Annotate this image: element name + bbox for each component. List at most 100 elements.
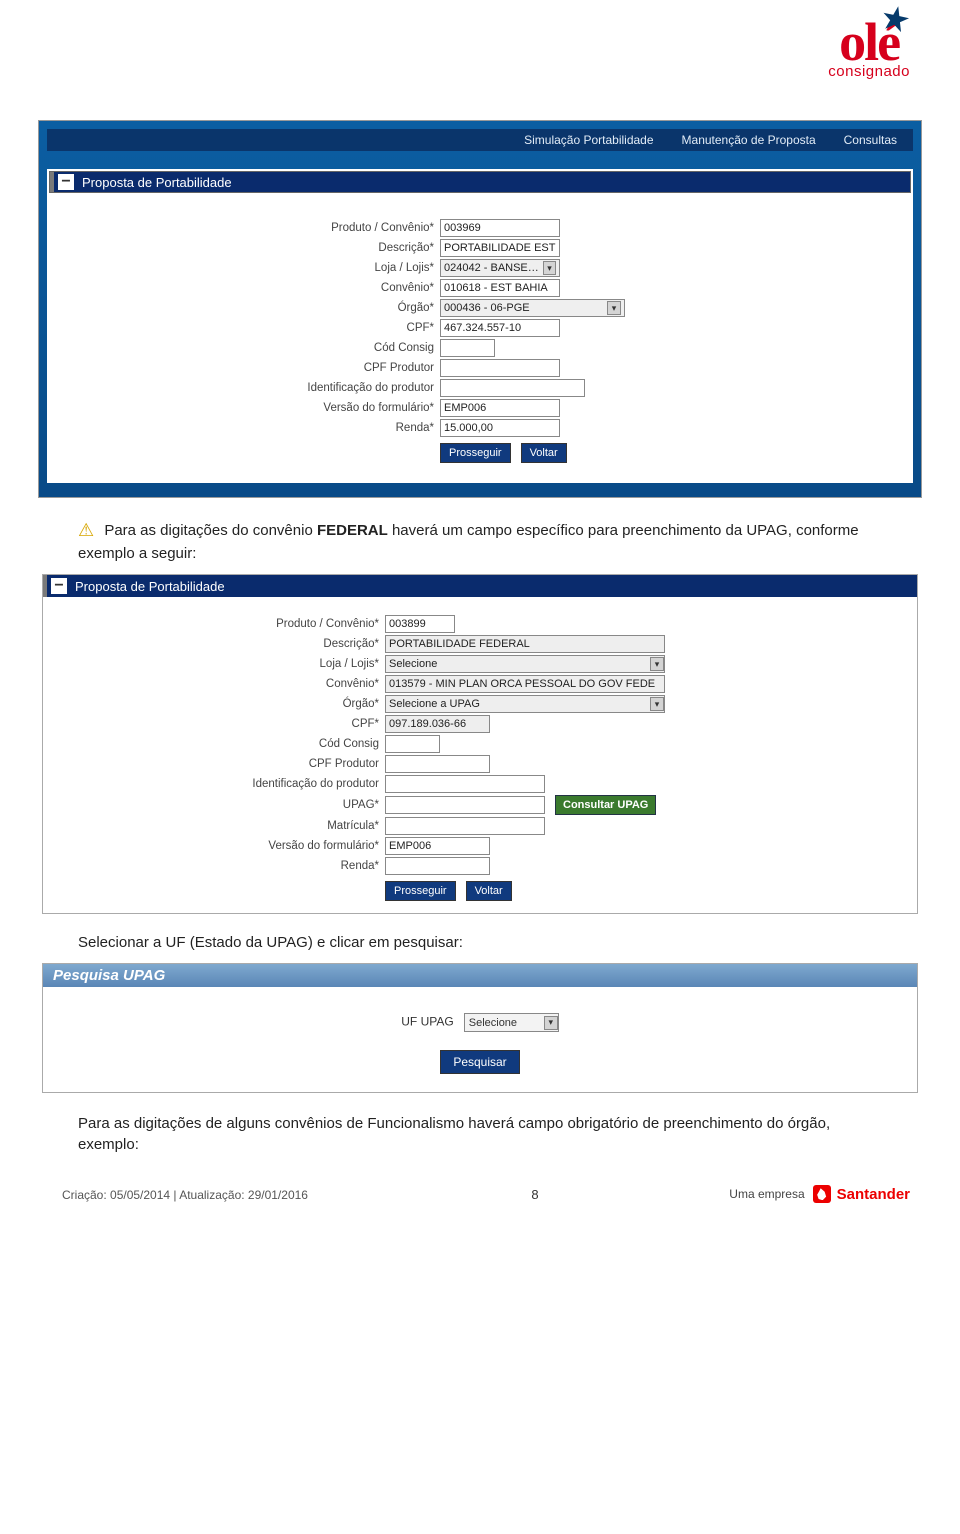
label-convenio: Convênio* <box>160 678 385 690</box>
select-uf-upag[interactable]: Selecione ▾ <box>464 1013 559 1032</box>
santander-flame-icon <box>813 1185 831 1203</box>
page-footer: Criação: 05/05/2014 | Atualização: 29/01… <box>62 1185 910 1203</box>
label-descricao: Descrição* <box>160 638 385 650</box>
input-cpf[interactable] <box>385 715 490 733</box>
label-orgao: Órgão* <box>160 698 385 710</box>
input-cpfprod[interactable] <box>440 359 560 377</box>
input-identprod[interactable] <box>385 775 545 793</box>
input-convenio[interactable] <box>440 279 560 297</box>
pesquisa-upag-header: Pesquisa UPAG <box>43 964 917 987</box>
input-matricula[interactable] <box>385 817 545 835</box>
label-produto: Produto / Convênio* <box>220 222 440 234</box>
header-logo-row: olé ★ consignado <box>0 0 960 120</box>
label-cpf: CPF* <box>220 322 440 334</box>
input-cpf[interactable] <box>440 319 560 337</box>
doc-paragraph-1: ⚠ Para as digitações do convênio FEDERAL… <box>78 518 882 564</box>
p1b: FEDERAL <box>317 522 388 539</box>
chevron-down-icon: ▾ <box>544 1016 558 1030</box>
label-versao: Versão do formulário* <box>220 402 440 414</box>
form-proposta: Produto / Convênio* Descrição* Loja / Lo… <box>220 219 740 463</box>
label-uf-upag: UF UPAG <box>401 1015 453 1029</box>
input-codconsig[interactable] <box>385 735 440 753</box>
label-convenio: Convênio* <box>220 282 440 294</box>
chevron-down-icon: ▾ <box>607 301 621 315</box>
prosseguir-button[interactable]: Prosseguir <box>440 443 511 463</box>
input-convenio[interactable] <box>385 675 665 693</box>
page-number: 8 <box>531 1187 538 1202</box>
label-descricao: Descrição* <box>220 242 440 254</box>
collapse-button[interactable]: − <box>58 174 74 190</box>
label-renda: Renda* <box>220 422 440 434</box>
app-top-menu: Simulação Portabilidade Manutenção de Pr… <box>47 129 913 151</box>
input-produto[interactable] <box>385 615 455 633</box>
panel-grip-icon <box>43 575 47 597</box>
label-versao: Versão do formulário* <box>160 840 385 852</box>
select-orgao-value: 000436 - 06-PGE <box>444 302 530 314</box>
screenshot-federal-form: − Proposta de Portabilidade Produto / Co… <box>42 574 918 914</box>
panel-header-2: − Proposta de Portabilidade <box>43 575 917 597</box>
label-cpfprod: CPF Produtor <box>160 758 385 770</box>
uf-row: UF UPAG Selecione ▾ <box>43 987 917 1050</box>
voltar-button[interactable]: Voltar <box>466 881 512 901</box>
label-orgao: Órgão* <box>220 302 440 314</box>
panel-grip-icon <box>50 172 54 192</box>
warning-icon: ⚠ <box>78 520 94 540</box>
label-loja: Loja / Lojis* <box>160 658 385 670</box>
panel-title: Proposta de Portabilidade <box>82 175 232 190</box>
label-renda: Renda* <box>160 860 385 872</box>
doc-paragraph-3: Para as digitações de alguns convênios d… <box>78 1113 882 1155</box>
pesquisar-button[interactable]: Pesquisar <box>440 1050 519 1074</box>
logo-star-icon: ★ <box>880 4 910 36</box>
footer-dates: Criação: 05/05/2014 | Atualização: 29/01… <box>62 1188 308 1202</box>
doc-paragraph-2: Selecionar a UF (Estado da UPAG) e clica… <box>78 932 882 953</box>
chevron-down-icon: ▾ <box>650 657 664 671</box>
label-upag: UPAG* <box>160 799 385 811</box>
select-loja-value: Selecione <box>389 658 437 670</box>
footer-right-label: Uma empresa <box>729 1187 804 1201</box>
select-orgao-value: Selecione a UPAG <box>389 698 480 710</box>
input-identprod[interactable] <box>440 379 585 397</box>
input-versao[interactable] <box>440 399 560 417</box>
select-orgao[interactable]: Selecione a UPAG ▾ <box>385 695 665 713</box>
menu-item-consultas[interactable]: Consultas <box>844 133 897 147</box>
label-cpfprod: CPF Produtor <box>220 362 440 374</box>
form-federal: Produto / Convênio* Descrição* Loja / Lo… <box>160 615 800 901</box>
select-loja[interactable]: Selecione ▾ <box>385 655 665 673</box>
select-uf-value: Selecione <box>469 1017 517 1029</box>
label-identprod: Identificação do produtor <box>160 778 385 790</box>
chevron-down-icon: ▾ <box>650 697 664 711</box>
input-descricao[interactable] <box>440 239 560 257</box>
voltar-button[interactable]: Voltar <box>521 443 567 463</box>
footer-left: Criação: 05/05/2014 | Atualização: 29/01… <box>62 1187 539 1202</box>
label-identprod: Identificação do produtor <box>220 382 440 394</box>
input-produto[interactable] <box>440 219 560 237</box>
input-upag[interactable] <box>385 796 545 814</box>
input-renda[interactable] <box>440 419 560 437</box>
input-descricao[interactable] <box>385 635 665 653</box>
select-loja[interactable]: 024042 - BANSERV F ▾ <box>440 259 560 277</box>
santander-logo: Santander <box>813 1185 910 1203</box>
consultar-upag-button[interactable]: Consultar UPAG <box>555 795 656 815</box>
menu-item-manutencao[interactable]: Manutenção de Proposta <box>682 133 816 147</box>
label-loja: Loja / Lojis* <box>220 262 440 274</box>
label-codconsig: Cód Consig <box>220 342 440 354</box>
input-versao[interactable] <box>385 837 490 855</box>
footer-right: Uma empresa Santander <box>729 1185 910 1203</box>
screenshot-pesquisa-upag: Pesquisa UPAG UF UPAG Selecione ▾ Pesqui… <box>42 963 918 1093</box>
input-cpfprod[interactable] <box>385 755 490 773</box>
input-codconsig[interactable] <box>440 339 495 357</box>
menu-item-simulacao[interactable]: Simulação Portabilidade <box>524 133 653 147</box>
collapse-button[interactable]: − <box>51 578 67 594</box>
chevron-down-icon: ▾ <box>543 261 556 275</box>
label-produto: Produto / Convênio* <box>160 618 385 630</box>
input-renda[interactable] <box>385 857 490 875</box>
prosseguir-button[interactable]: Prosseguir <box>385 881 456 901</box>
panel-body: Produto / Convênio* Descrição* Loja / Lo… <box>49 193 911 473</box>
p1a: Para as digitações do convênio <box>104 522 317 539</box>
label-matricula: Matrícula* <box>160 820 385 832</box>
label-cpf: CPF* <box>160 718 385 730</box>
select-loja-value: 024042 - BANSERV F <box>444 262 543 274</box>
panel-proposta: − Proposta de Portabilidade Produto / Co… <box>47 169 913 483</box>
logo-word: olé ★ <box>839 18 899 67</box>
select-orgao[interactable]: 000436 - 06-PGE ▾ <box>440 299 625 317</box>
